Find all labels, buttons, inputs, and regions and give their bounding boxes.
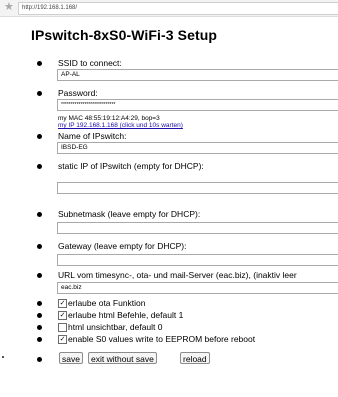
bullet: [37, 357, 42, 362]
bullet: [37, 134, 42, 139]
save-button[interactable]: save: [59, 352, 83, 364]
checkbox-html-hidden[interactable]: [58, 323, 67, 332]
url-input[interactable]: eac.biz: [57, 282, 338, 294]
checkbox-html-commands[interactable]: ✓: [58, 311, 67, 320]
bullet: [37, 313, 42, 318]
bullet: [37, 301, 42, 306]
bullet: [37, 91, 42, 96]
gateway-label: Gateway (leave empty for DHCP):: [58, 241, 187, 251]
exit-without-save-button[interactable]: exit without save: [88, 352, 157, 364]
checkbox-ota-label: erlaube ota Funktion: [68, 298, 146, 308]
bookmark-star-icon[interactable]: ★: [4, 1, 14, 14]
checkbox-html-commands-label: erlaube html Befehle, default 1: [68, 310, 184, 320]
bullet: [37, 273, 42, 278]
password-input[interactable]: ****************************: [57, 99, 338, 111]
password-label: Password:: [58, 88, 98, 98]
checkbox-s0-eeprom-label: enable S0 values write to EEPROM before …: [68, 334, 256, 344]
ssid-input[interactable]: AP-AL: [57, 69, 338, 81]
browser-toolbar: ★ http://192.168.1.168/: [0, 0, 338, 17]
url-label: URL vom timesync-, ota- und mail-Server …: [58, 270, 297, 280]
bullet: [37, 61, 42, 66]
name-input[interactable]: IBSD-EG: [57, 142, 338, 154]
static-ip-input[interactable]: [57, 182, 338, 194]
page-title: IPswitch-8xS0-WiFi-3 Setup: [31, 27, 218, 43]
ssid-label: SSID to connect:: [58, 58, 122, 68]
checkbox-s0-eeprom[interactable]: ✓: [58, 335, 67, 344]
name-label: Name of IPswitch:: [58, 131, 127, 141]
subnet-label: Subnetmask (leave empty for DHCP):: [58, 209, 201, 219]
static-ip-label: static IP of IPswitch (empty for DHCP):: [58, 161, 204, 171]
address-bar[interactable]: http://192.168.1.168/: [18, 2, 338, 15]
bullet: [37, 244, 42, 249]
cursor-dot: [2, 356, 4, 358]
checkbox-html-hidden-label: html unsichtbar, default 0: [68, 322, 163, 332]
bullet: [37, 325, 42, 330]
ip-link[interactable]: my IP 192.168.1.168 (click und 10s warte…: [58, 122, 183, 130]
bullet: [37, 337, 42, 342]
bullet: [37, 164, 42, 169]
subnet-input[interactable]: [57, 222, 338, 234]
reload-button[interactable]: reload: [180, 352, 210, 364]
gateway-input[interactable]: [57, 254, 338, 266]
bullet: [37, 212, 42, 217]
checkbox-ota[interactable]: ✓: [58, 299, 67, 308]
